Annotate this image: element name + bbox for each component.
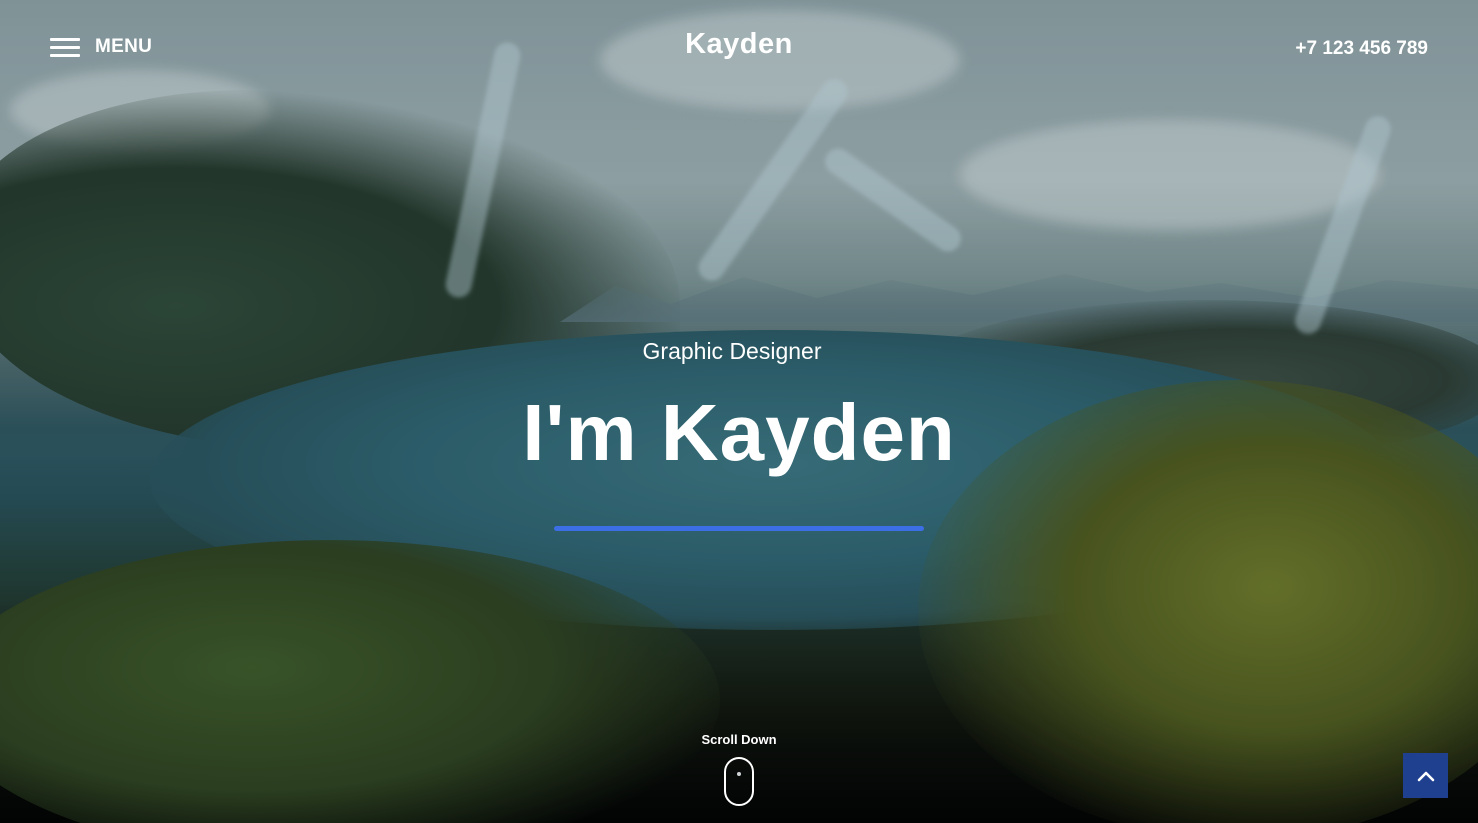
headline-underline [554,526,924,531]
hero-headline: I'm Kayden [522,388,956,477]
hero-section: MENU Kayden +7 123 456 789 Graphic Desig… [0,0,1478,823]
phone-link[interactable]: +7 123 456 789 [1295,38,1428,60]
chevron-up-icon [1417,771,1434,781]
hero-subtitle: Graphic Designer [642,338,822,364]
back-to-top-button[interactable] [1403,753,1448,798]
mouse-wheel [737,772,741,776]
site-logo[interactable]: Kayden [0,28,1478,61]
scroll-down-label[interactable]: Scroll Down [0,732,1478,747]
mouse-icon[interactable] [724,757,754,806]
